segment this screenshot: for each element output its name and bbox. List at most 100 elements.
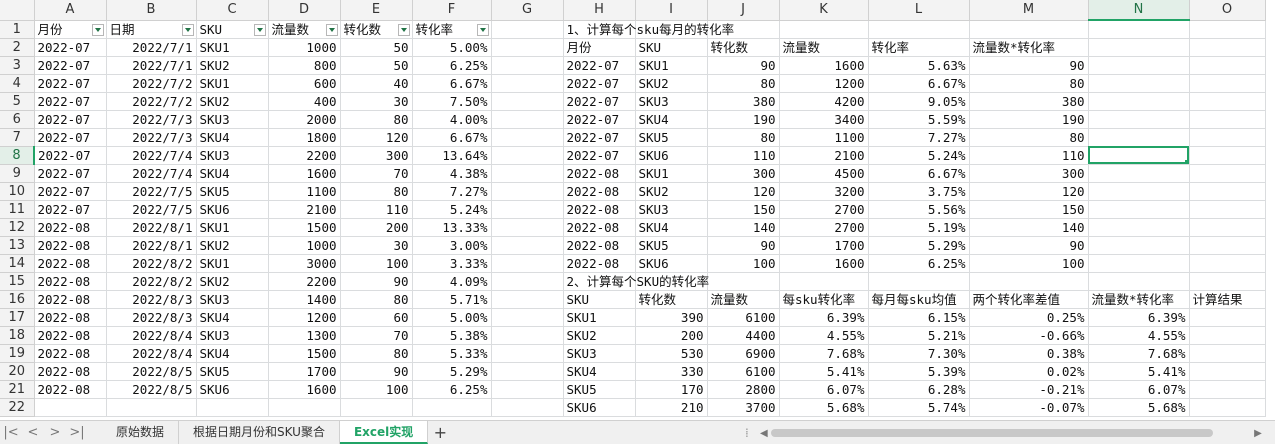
cell-b20[interactable]: 2022/8/5: [106, 362, 197, 381]
cell-c9[interactable]: SKU4: [196, 164, 269, 183]
cell-o7[interactable]: [1189, 128, 1266, 147]
row-header[interactable]: 21: [0, 380, 35, 399]
cell-d4[interactable]: 600: [268, 74, 341, 93]
cell-k21[interactable]: 6.07%: [779, 380, 869, 399]
cell-k4[interactable]: 1200: [779, 74, 869, 93]
cell-l22[interactable]: 5.74%: [868, 398, 970, 417]
cell-d7[interactable]: 1800: [268, 128, 341, 147]
cell-n10[interactable]: [1088, 182, 1190, 201]
cell-e12[interactable]: 200: [340, 218, 413, 237]
cell-e4[interactable]: 40: [340, 74, 413, 93]
cell-e16[interactable]: 80: [340, 290, 413, 309]
last-sheet-icon[interactable]: >|: [66, 425, 88, 440]
cell-c17[interactable]: SKU4: [196, 308, 269, 327]
header-cell-f[interactable]: 转化率: [412, 20, 492, 39]
cell-e10[interactable]: 80: [340, 182, 413, 201]
cell-f22[interactable]: [412, 398, 492, 417]
cell-m5[interactable]: 380: [969, 92, 1089, 111]
cell-e6[interactable]: 80: [340, 110, 413, 129]
cell-b9[interactable]: 2022/7/4: [106, 164, 197, 183]
cell-m6[interactable]: 190: [969, 110, 1089, 129]
cell-c8[interactable]: SKU3: [196, 146, 269, 165]
cell-n22[interactable]: 5.68%: [1088, 398, 1190, 417]
cell-f21[interactable]: 6.25%: [412, 380, 492, 399]
cell-g20[interactable]: [491, 362, 564, 381]
cell-c22[interactable]: [196, 398, 269, 417]
cell-j16[interactable]: 流量数: [707, 290, 780, 309]
column-header-f[interactable]: F: [412, 0, 492, 21]
cell-a18[interactable]: 2022-08: [34, 326, 107, 345]
cell-l14[interactable]: 6.25%: [868, 254, 970, 273]
cell-b3[interactable]: 2022/7/1: [106, 56, 197, 75]
cell-h18[interactable]: SKU2: [563, 326, 636, 345]
cell-a17[interactable]: 2022-08: [34, 308, 107, 327]
cell-c12[interactable]: SKU1: [196, 218, 269, 237]
cell-m7[interactable]: 80: [969, 128, 1089, 147]
row-header[interactable]: 18: [0, 326, 35, 345]
scroll-right-icon[interactable]: ▶: [1251, 428, 1265, 439]
cell-b11[interactable]: 2022/7/5: [106, 200, 197, 219]
cell-d14[interactable]: 3000: [268, 254, 341, 273]
cell-l4[interactable]: 6.67%: [868, 74, 970, 93]
sheet-tab-active[interactable]: Excel实现: [339, 421, 429, 444]
cell-l19[interactable]: 7.30%: [868, 344, 970, 363]
cell-c6[interactable]: SKU3: [196, 110, 269, 129]
cell-e18[interactable]: 70: [340, 326, 413, 345]
cell-g14[interactable]: [491, 254, 564, 273]
cell-d8[interactable]: 2200: [268, 146, 341, 165]
cell-c5[interactable]: SKU2: [196, 92, 269, 111]
cell-o14[interactable]: [1189, 254, 1266, 273]
cell-a15[interactable]: 2022-08: [34, 272, 107, 291]
header-cell-n[interactable]: [1088, 20, 1190, 39]
cell-h20[interactable]: SKU4: [563, 362, 636, 381]
cell-g15[interactable]: [491, 272, 564, 291]
cell-l6[interactable]: 5.59%: [868, 110, 970, 129]
cell-a4[interactable]: 2022-07: [34, 74, 107, 93]
cell-d22[interactable]: [268, 398, 341, 417]
cell-j12[interactable]: 140: [707, 218, 780, 237]
cell-n19[interactable]: 7.68%: [1088, 344, 1190, 363]
cell-j18[interactable]: 4400: [707, 326, 780, 345]
cell-i5[interactable]: SKU3: [635, 92, 708, 111]
cell-h10[interactable]: 2022-08: [563, 182, 636, 201]
cell-h5[interactable]: 2022-07: [563, 92, 636, 111]
cell-k5[interactable]: 4200: [779, 92, 869, 111]
cell-k19[interactable]: 7.68%: [779, 344, 869, 363]
cell-b16[interactable]: 2022/8/3: [106, 290, 197, 309]
cell-g19[interactable]: [491, 344, 564, 363]
cell-e19[interactable]: 80: [340, 344, 413, 363]
cell-b19[interactable]: 2022/8/4: [106, 344, 197, 363]
filter-dropdown-icon[interactable]: [181, 23, 194, 36]
cell-a20[interactable]: 2022-08: [34, 362, 107, 381]
cell-a3[interactable]: 2022-07: [34, 56, 107, 75]
cell-j11[interactable]: 150: [707, 200, 780, 219]
cell-j17[interactable]: 6100: [707, 308, 780, 327]
cell-o11[interactable]: [1189, 200, 1266, 219]
cell-g8[interactable]: [491, 146, 564, 165]
cell-i17[interactable]: 390: [635, 308, 708, 327]
cell-h16[interactable]: SKU: [563, 290, 636, 309]
header-cell-o[interactable]: [1189, 20, 1266, 39]
cell-n17[interactable]: 6.39%: [1088, 308, 1190, 327]
scroll-left-icon[interactable]: ◀: [757, 428, 771, 439]
cell-e9[interactable]: 70: [340, 164, 413, 183]
cell-j2[interactable]: 转化数: [707, 38, 780, 57]
cell-k11[interactable]: 2700: [779, 200, 869, 219]
cell-i14[interactable]: SKU6: [635, 254, 708, 273]
cell-i18[interactable]: 200: [635, 326, 708, 345]
filter-dropdown-icon[interactable]: [91, 23, 104, 36]
cell-m2[interactable]: 流量数*转化率: [969, 38, 1089, 57]
cell-c2[interactable]: SKU1: [196, 38, 269, 57]
cell-f6[interactable]: 4.00%: [412, 110, 492, 129]
cell-k7[interactable]: 1100: [779, 128, 869, 147]
row-header[interactable]: 20: [0, 362, 35, 381]
cell-f8[interactable]: 13.64%: [412, 146, 492, 165]
cell-e22[interactable]: [340, 398, 413, 417]
filter-dropdown-icon[interactable]: [476, 23, 489, 36]
cell-m3[interactable]: 90: [969, 56, 1089, 75]
cell-n21[interactable]: 6.07%: [1088, 380, 1190, 399]
cell-g9[interactable]: [491, 164, 564, 183]
cell-b8[interactable]: 2022/7/4: [106, 146, 197, 165]
cell-i3[interactable]: SKU1: [635, 56, 708, 75]
cell-i12[interactable]: SKU4: [635, 218, 708, 237]
